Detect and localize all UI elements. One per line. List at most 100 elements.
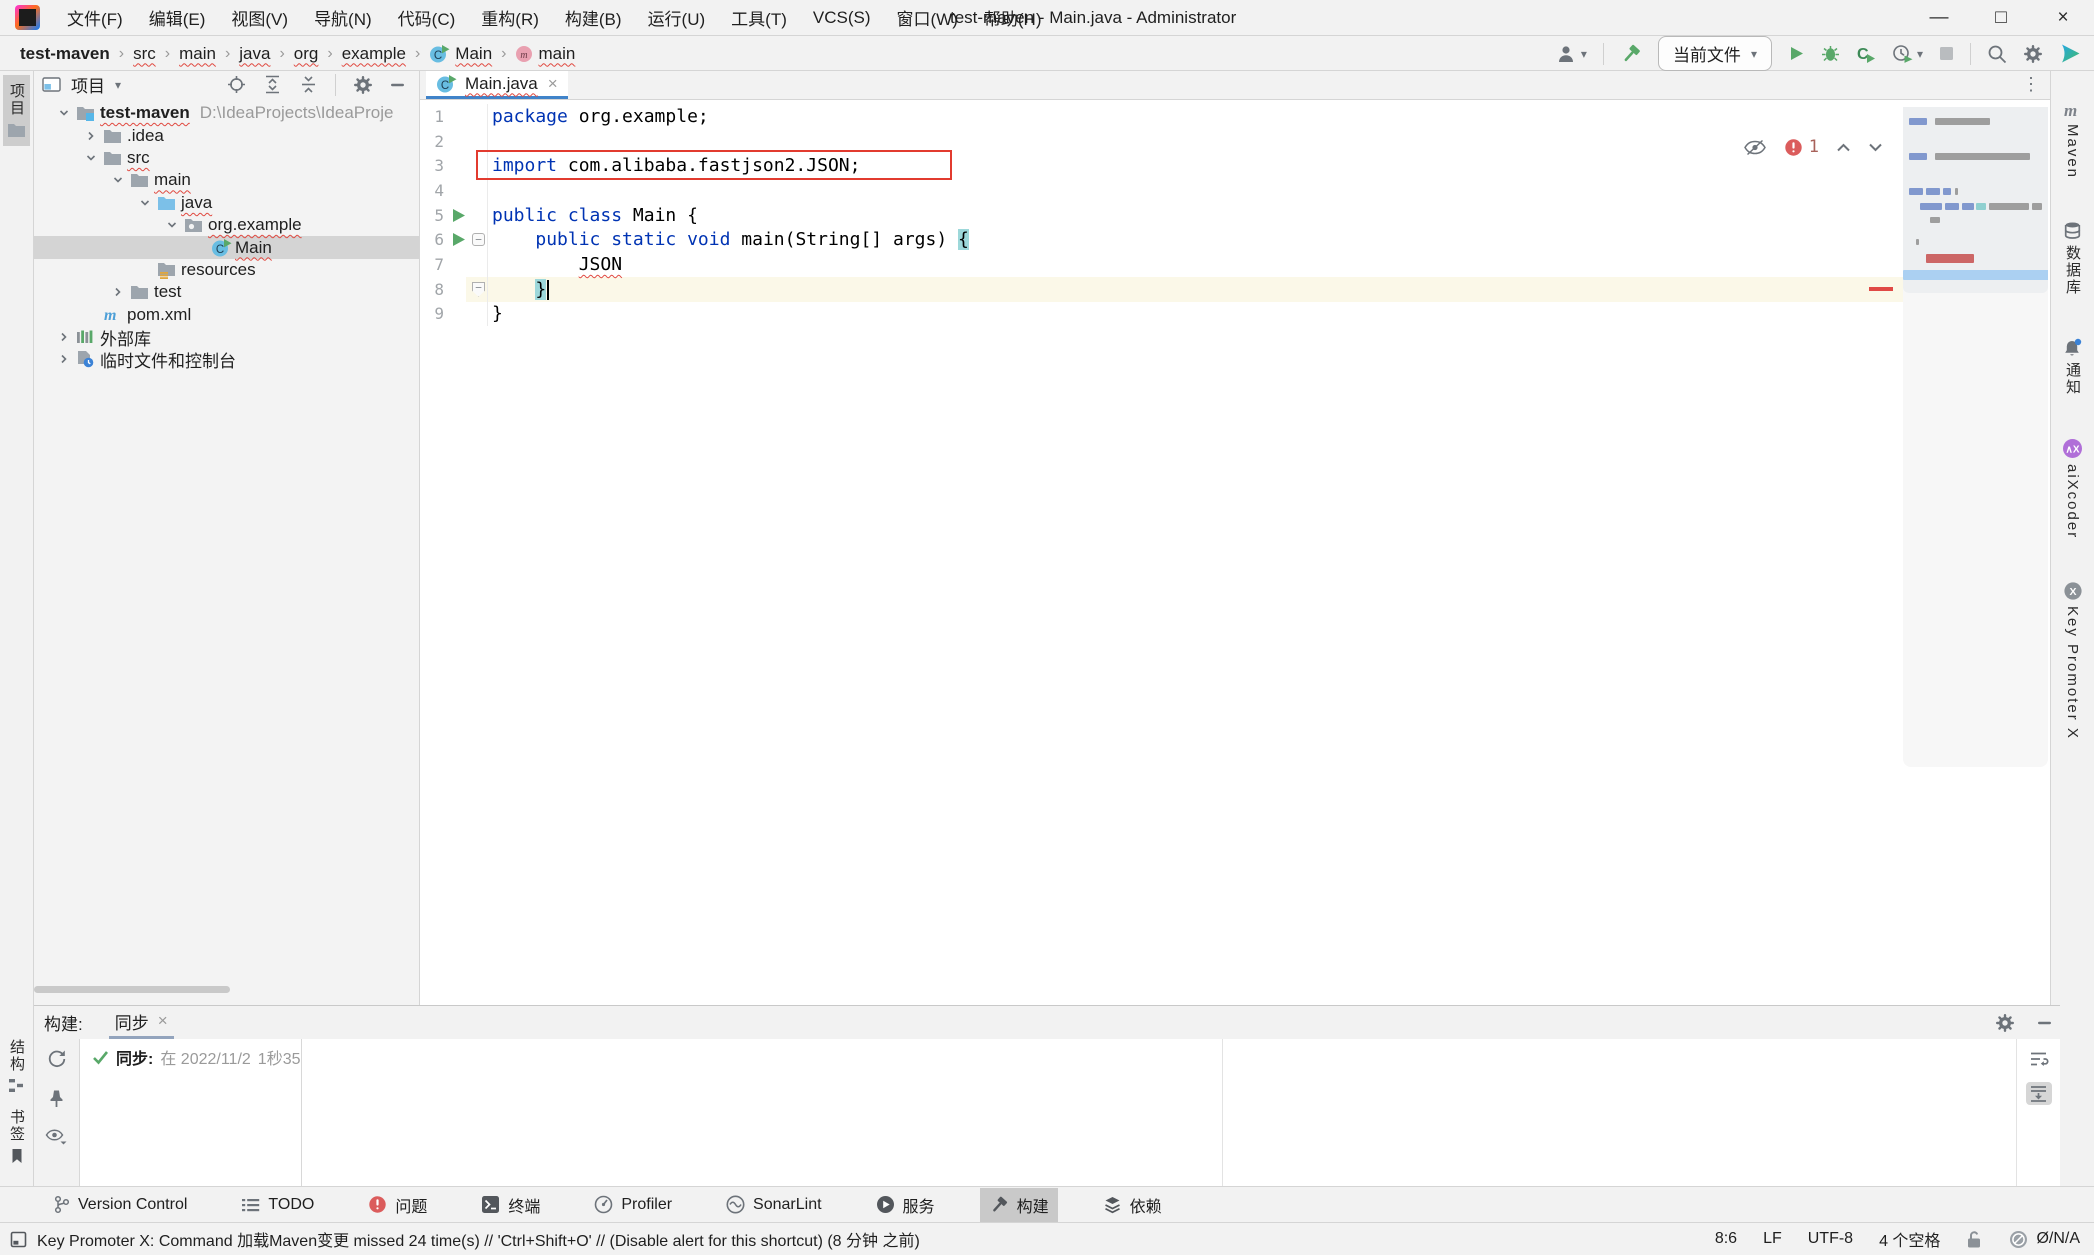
view-options-icon[interactable]: [45, 1128, 68, 1146]
code-text[interactable]: }: [488, 279, 549, 300]
tree-item-resources[interactable]: resources: [34, 259, 419, 281]
hide-panel-icon[interactable]: [2037, 1020, 2052, 1026]
menu-视图[interactable]: 视图(V): [218, 0, 301, 36]
select-opened-file-icon[interactable]: [227, 75, 246, 94]
tree-item-java[interactable]: java: [34, 192, 419, 214]
code-line-6[interactable]: 6− public static void main(String[] args…: [420, 227, 1903, 252]
menu-运行[interactable]: 运行(U): [635, 0, 719, 36]
stripe-item-Maven[interactable]: mMaven: [2059, 93, 2087, 187]
run-gutter-icon[interactable]: [446, 207, 470, 224]
tree-item-.idea[interactable]: .idea: [34, 124, 419, 146]
menu-导航[interactable]: 导航(N): [301, 0, 385, 36]
build-hammer-button[interactable]: [1620, 43, 1642, 65]
project-panel-title[interactable]: 项目: [71, 72, 105, 97]
breadcrumb-item-main[interactable]: mmain: [513, 43, 577, 65]
close-button[interactable]: ×: [2032, 0, 2094, 36]
tab-main-java[interactable]: C Main.java ×: [426, 71, 568, 99]
caret-position[interactable]: 8:6: [1715, 1230, 1737, 1248]
search-everywhere-button[interactable]: [1987, 44, 2007, 64]
file-encoding[interactable]: UTF-8: [1808, 1230, 1853, 1248]
chevron-down-icon[interactable]: ▾: [115, 78, 121, 92]
menu-重构[interactable]: 重构(R): [468, 0, 552, 36]
hide-panel-icon[interactable]: [390, 82, 405, 88]
sync-status-row[interactable]: 同步: 在 2022/11/2 1秒351毫秒: [92, 1045, 297, 1069]
gear-icon[interactable]: [1995, 1013, 2015, 1033]
menu-构建[interactable]: 构建(B): [552, 0, 635, 36]
stripe-item-结构[interactable]: 结构: [3, 1031, 30, 1101]
stripe-item-Key Promoter X[interactable]: XKey Promoter X: [2060, 573, 2086, 748]
code-text[interactable]: package org.example;: [488, 106, 709, 127]
scroll-to-end-icon[interactable]: [2026, 1082, 2052, 1105]
tree-item-org.example[interactable]: org.example: [34, 214, 419, 236]
fold-start-icon[interactable]: −: [472, 233, 485, 246]
menu-工具[interactable]: 工具(T): [718, 0, 800, 36]
code-line-3[interactable]: 3import com.alibaba.fastjson2.JSON;: [420, 153, 1903, 178]
menu-编辑[interactable]: 编辑(E): [136, 0, 219, 36]
close-tab-icon[interactable]: ×: [548, 74, 558, 94]
run-with-coverage-button[interactable]: C: [1856, 44, 1876, 63]
minimap[interactable]: [1903, 101, 2050, 1005]
build-tab-sync[interactable]: 同步 ×: [109, 1006, 174, 1039]
chevron-down-icon[interactable]: [52, 107, 76, 119]
error-indicator[interactable]: 1: [1784, 137, 1819, 157]
stripe-item-项目[interactable]: 项目: [3, 75, 30, 146]
profiler-button[interactable]: ▾: [1892, 44, 1923, 63]
chevron-right-icon[interactable]: [79, 130, 103, 142]
toolwindow-服务[interactable]: 服务: [867, 1188, 944, 1222]
breadcrumb-item-main[interactable]: main: [177, 43, 218, 65]
indent-setting[interactable]: 4 个空格: [1879, 1227, 1940, 1251]
gear-icon[interactable]: [353, 75, 373, 95]
status-message[interactable]: Key Promoter X: Command 加载Maven变更 missed…: [37, 1227, 920, 1251]
toolwindow-终端[interactable]: 终端: [472, 1188, 549, 1222]
chevron-down-icon[interactable]: [79, 152, 103, 164]
tree-item-pom.xml[interactable]: mpom.xml: [34, 304, 419, 326]
minimize-button[interactable]: —: [1908, 0, 1970, 36]
code-line-7[interactable]: 7 JSON: [420, 252, 1903, 277]
code-editor[interactable]: 1 1package org.example;23import com.alib…: [420, 101, 1903, 1005]
next-error-icon[interactable]: [1868, 142, 1883, 153]
run-configuration-select[interactable]: 当前文件 ▾: [1658, 36, 1772, 71]
code-text[interactable]: JSON: [488, 254, 622, 275]
breadcrumb-item-org[interactable]: org: [292, 43, 321, 65]
toolwindow-TODO[interactable]: TODO: [232, 1191, 323, 1219]
code-text[interactable]: public class Main {: [488, 205, 698, 226]
code-text[interactable]: }: [488, 303, 503, 324]
chevron-right-icon[interactable]: [52, 353, 76, 365]
tree-item-main[interactable]: main: [34, 169, 419, 191]
tree-item-src[interactable]: src: [34, 147, 419, 169]
profile-button[interactable]: ▾: [1556, 44, 1587, 63]
horizontal-scrollbar[interactable]: [34, 986, 230, 993]
stripe-item-书签[interactable]: 书签: [3, 1101, 30, 1172]
chevron-right-icon[interactable]: [52, 331, 76, 343]
toolwindow-依赖[interactable]: 依赖: [1094, 1188, 1171, 1222]
run-gutter-icon[interactable]: [446, 231, 470, 248]
tree-item-test[interactable]: test: [34, 281, 419, 303]
close-tab-icon[interactable]: ×: [158, 1011, 168, 1031]
chevron-down-icon[interactable]: [106, 174, 130, 186]
refresh-icon[interactable]: [47, 1049, 67, 1069]
debug-button[interactable]: [1821, 44, 1840, 63]
toolwindow-Profiler[interactable]: Profiler: [585, 1190, 681, 1219]
menu-文件[interactable]: 文件(F): [54, 0, 136, 36]
menu-代码[interactable]: 代码(C): [385, 0, 469, 36]
stripe-item-aiXcoder[interactable]: ∧XaiXcoder: [2059, 430, 2086, 547]
tree-item-外部库[interactable]: 外部库: [34, 326, 419, 348]
code-text[interactable]: public static void main(String[] args) {: [488, 229, 969, 250]
tree-item-临时文件和控制台[interactable]: 临时文件和控制台: [34, 348, 419, 370]
memory-indicator[interactable]: Ø/N/A: [2009, 1230, 2080, 1249]
collapse-all-icon[interactable]: [299, 75, 318, 94]
breadcrumb-item-java[interactable]: java: [237, 43, 272, 65]
code-line-4[interactable]: 4: [420, 178, 1903, 203]
maximize-button[interactable]: □: [1970, 0, 2032, 36]
chevron-right-icon[interactable]: [106, 286, 130, 298]
soft-wrap-icon[interactable]: [2029, 1051, 2049, 1068]
toolwindow-Version Control[interactable]: Version Control: [44, 1190, 196, 1219]
fold-end-icon[interactable]: −: [472, 282, 485, 297]
code-text[interactable]: import com.alibaba.fastjson2.JSON;: [488, 155, 860, 176]
fold-marker[interactable]: −: [470, 277, 488, 302]
pin-icon[interactable]: [48, 1089, 65, 1108]
tree-item-test-maven[interactable]: test-mavenD:\IdeaProjects\IdeaProje: [34, 102, 419, 124]
code-line-9[interactable]: 9}: [420, 302, 1903, 327]
fold-marker[interactable]: −: [470, 227, 488, 252]
toolwindow-问题[interactable]: 问题: [359, 1188, 436, 1222]
